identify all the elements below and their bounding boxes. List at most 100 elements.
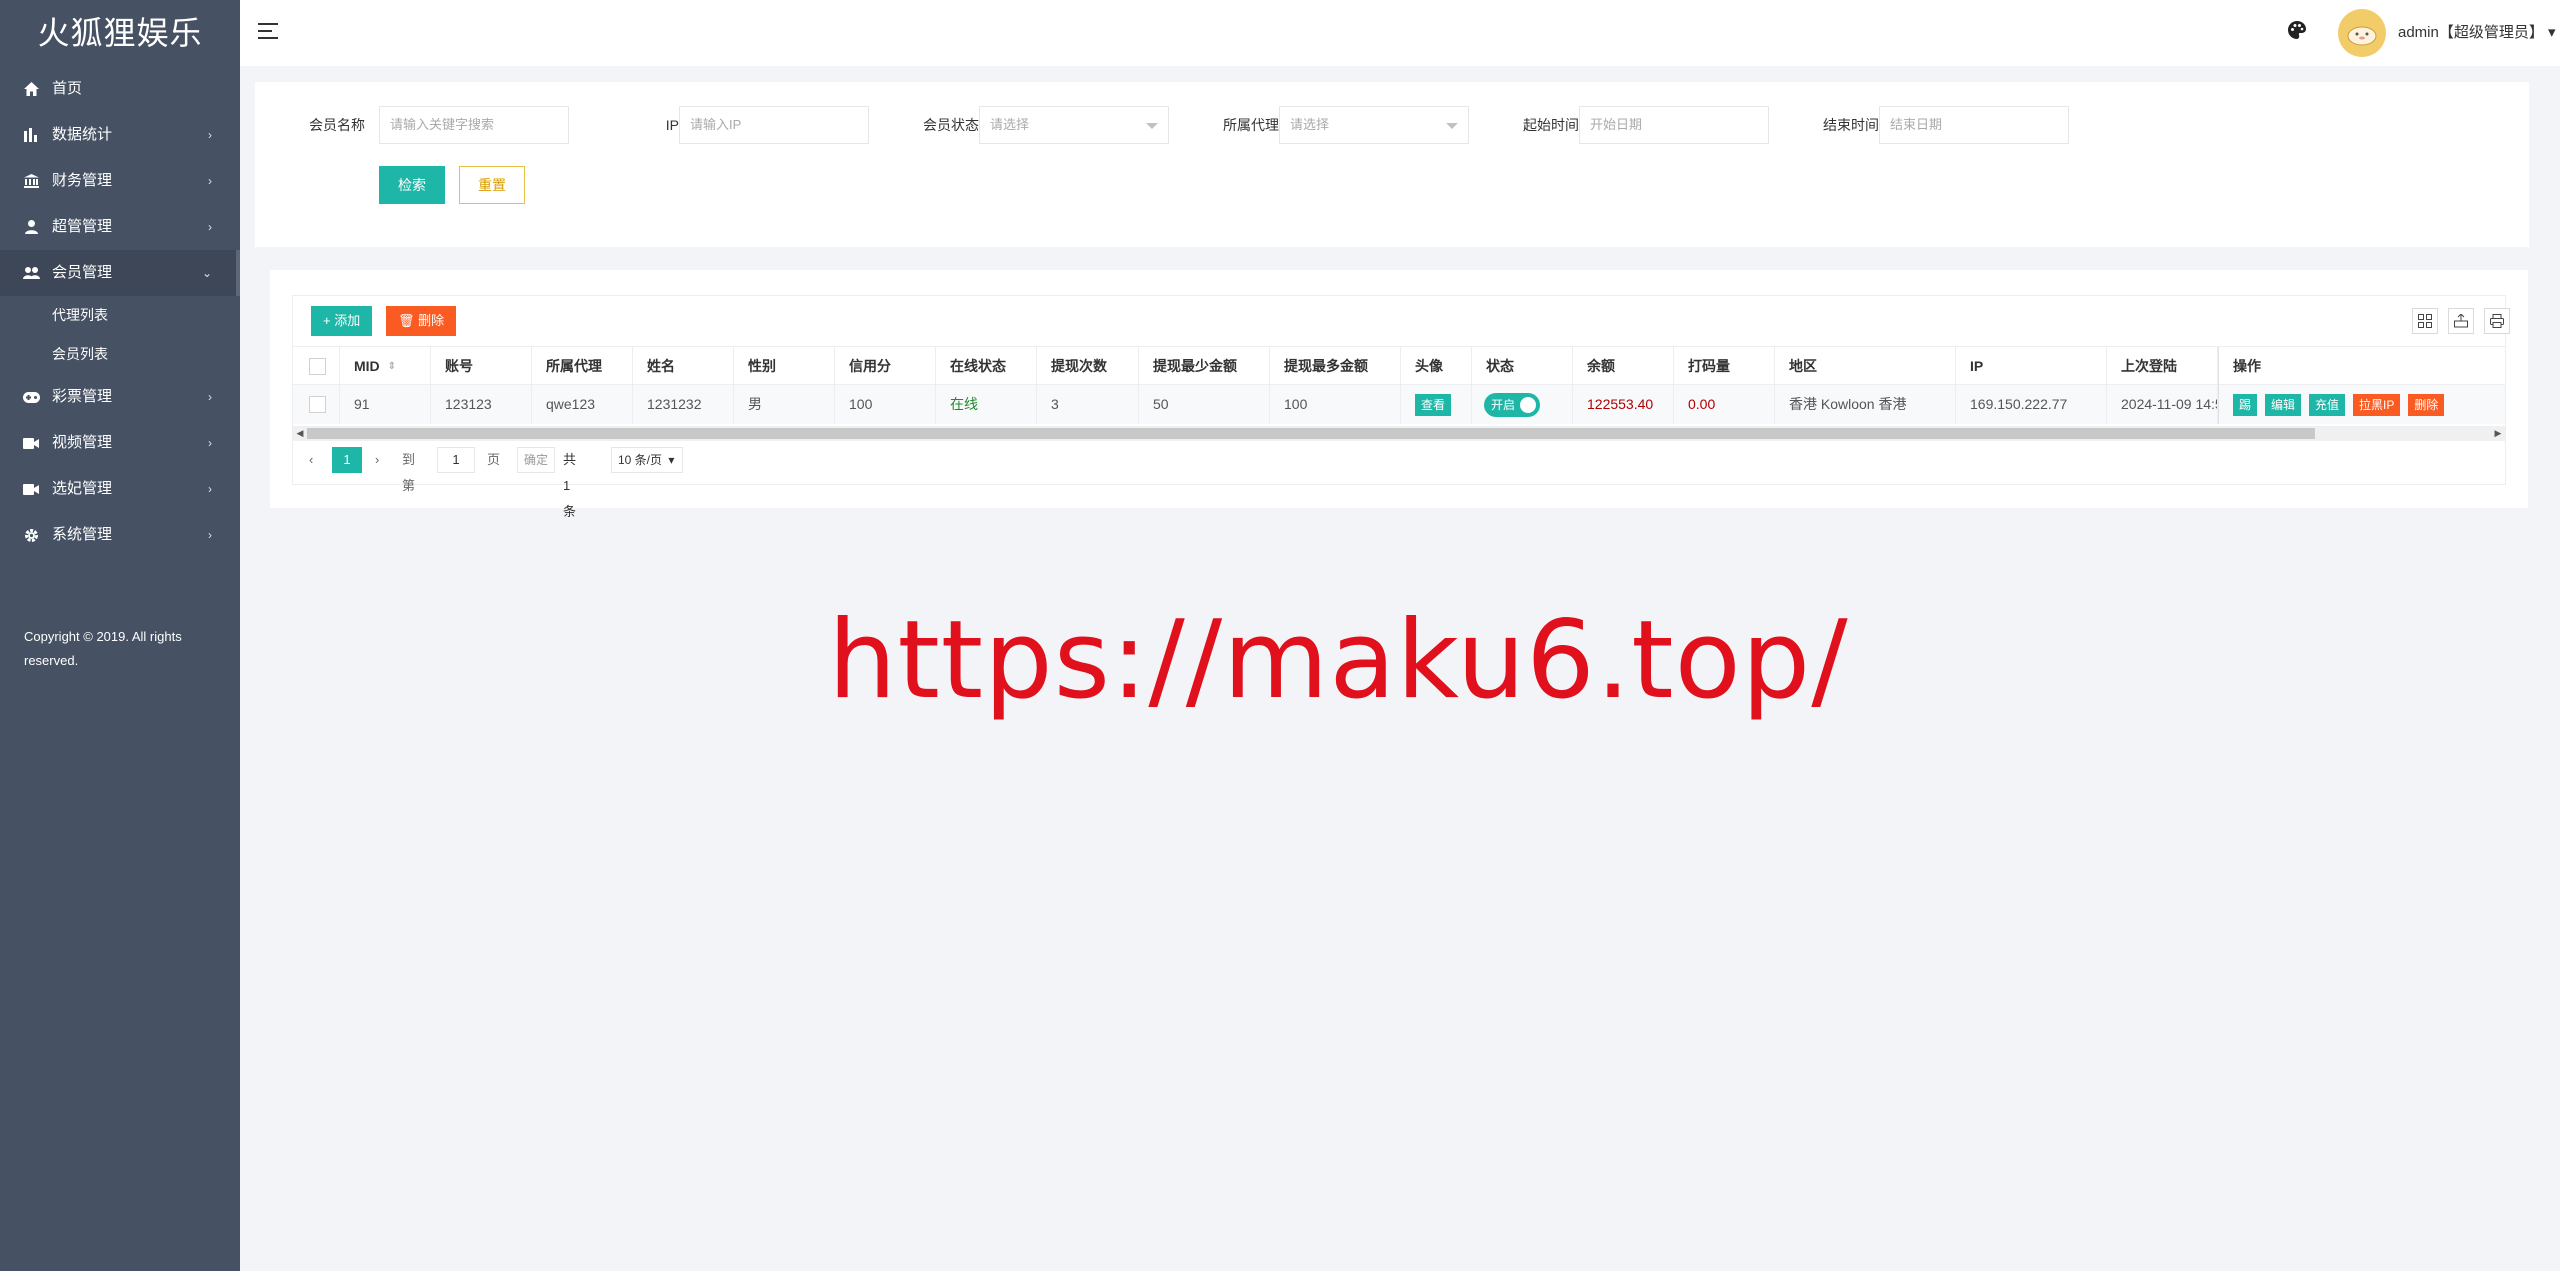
cell-online-status: 在线 [936, 385, 1037, 424]
block-ip-button[interactable]: 拉黑IP [2353, 394, 2401, 417]
header-checkbox-cell [293, 347, 340, 386]
add-button[interactable]: + 添加 [311, 306, 373, 336]
menu-toggle-icon[interactable] [258, 23, 278, 43]
edit-button[interactable]: 编辑 [2265, 394, 2302, 417]
column-header-withdraw-count: 提现次数 [1037, 347, 1139, 386]
agent-select[interactable]: 请选择 [1279, 106, 1469, 144]
sidebar-item-members[interactable]: 会员管理 ⌄ [0, 250, 240, 296]
cell-withdraw-max: 100 [1270, 385, 1401, 424]
column-header-ip: IP [1956, 347, 2107, 386]
column-header-mid[interactable]: MID ⇕ [340, 347, 431, 386]
cell-withdraw-min: 50 [1139, 385, 1270, 424]
user-menu[interactable]: admin【超级管理员】 ▾ [2398, 0, 2556, 66]
sidebar-item-admin[interactable]: 超管管理 › [0, 204, 240, 250]
select-placeholder: 请选择 [990, 117, 1030, 132]
recharge-button[interactable]: 充值 [2309, 394, 2346, 417]
caret-down-icon: ▾ [2548, 24, 2556, 41]
app-logo: 火狐狸娱乐 [37, 14, 203, 52]
user-name-label: admin【超级管理员】 [2398, 24, 2544, 41]
kick-button[interactable]: 踢 [2233, 394, 2258, 417]
view-avatar-button[interactable]: 查看 [1415, 394, 1452, 417]
submenu-agent-list[interactable]: 代理列表 [0, 296, 240, 335]
scroll-right-icon[interactable]: ▶ [2491, 426, 2505, 441]
cell-last-login: 2024-11-09 14:5 [2107, 385, 2218, 424]
select-all-checkbox[interactable] [309, 358, 326, 375]
sidebar-item-label: 首页 [52, 80, 83, 97]
member-name-label: 会员名称 [309, 117, 365, 133]
search-button[interactable]: 检索 [379, 166, 445, 204]
cell-bet-amount: 0.00 [1674, 385, 1775, 424]
scrollbar-thumb[interactable] [307, 428, 2315, 439]
caret-down-icon: ▾ [668, 453, 675, 467]
cell-balance: 122553.40 [1573, 385, 1674, 424]
column-header-actions: 操作 [2218, 347, 2505, 386]
export-icon[interactable] [2448, 308, 2474, 334]
chevron-right-icon: › [208, 528, 212, 542]
avatar[interactable] [2338, 9, 2386, 57]
page-number-current[interactable]: 1 [332, 447, 362, 473]
column-header-account: 账号 [431, 347, 532, 386]
end-date-input[interactable]: 结束日期 [1879, 106, 2069, 144]
next-page-icon[interactable]: › [375, 447, 379, 473]
column-header-status: 状态 [1472, 347, 1573, 386]
goto-page-input[interactable]: 1 [437, 447, 475, 473]
member-status-label: 会员状态 [923, 117, 979, 133]
video-icon [22, 420, 40, 466]
status-toggle[interactable]: 开启 [1484, 393, 1540, 418]
column-header-name: 姓名 [633, 347, 734, 386]
columns-filter-icon[interactable] [2412, 308, 2438, 334]
sidebar-item-statistics[interactable]: 数据统计 › [0, 112, 240, 158]
column-header-region: 地区 [1775, 347, 1956, 386]
ip-input[interactable]: 请输入IP [679, 106, 869, 144]
reset-button[interactable]: 重置 [459, 166, 525, 204]
palette-icon[interactable] [2288, 21, 2310, 43]
goto-confirm-button[interactable]: 确定 [517, 447, 555, 473]
column-header-gender: 性别 [734, 347, 835, 386]
sidebar-item-lottery[interactable]: 彩票管理 › [0, 374, 240, 420]
home-icon [22, 66, 40, 112]
cell-actions: 踢编辑 充值 拉黑IP 删除 [2218, 385, 2505, 424]
sidebar-item-home[interactable]: 首页 [0, 66, 240, 112]
submenu-member-list[interactable]: 会员列表 [0, 335, 240, 374]
delete-row-button[interactable]: 删除 [2408, 394, 2445, 417]
member-status-select[interactable]: 请选择 [979, 106, 1169, 144]
chevron-right-icon: › [208, 436, 212, 450]
horizontal-scrollbar[interactable]: ◀ ▶ [293, 426, 2505, 441]
prev-page-icon[interactable]: ‹ [309, 447, 313, 473]
cell-avatar: 查看 [1401, 385, 1472, 424]
sort-icon[interactable]: ⇕ [388, 362, 396, 372]
chevron-down-icon: ⌄ [201, 266, 212, 280]
sidebar-item-label: 视频管理 [52, 434, 113, 451]
top-header: admin【超级管理员】 ▾ [240, 0, 2560, 66]
cell-credit: 100 [835, 385, 936, 424]
cell-name: 1231232 [633, 385, 734, 424]
column-header-agent: 所属代理 [532, 347, 633, 386]
sidebar-item-label: 系统管理 [52, 526, 113, 543]
row-checkbox-cell [293, 385, 340, 424]
sidebar-item-label: 彩票管理 [52, 388, 113, 405]
copyright-text: Copyright © 2019. All rights reserved. [24, 629, 182, 668]
delete-button[interactable]: 🗑 删除 [386, 306, 457, 336]
status-toggle-label: 开启 [1491, 398, 1516, 413]
chevron-right-icon: › [208, 220, 212, 234]
sidebar-item-video[interactable]: 视频管理 › [0, 420, 240, 466]
column-header-last-login: 上次登陆 [2107, 347, 2218, 386]
sidebar: 火狐狸娱乐 首页 数据统计 › 财务管理 › 超管管理 › 会员管理 ⌄ 代理列… [0, 0, 240, 1271]
row-checkbox[interactable] [309, 396, 326, 413]
scroll-left-icon[interactable]: ◀ [293, 426, 307, 441]
column-header-withdraw-min: 提现最少金额 [1139, 347, 1270, 386]
search-form: 会员名称 请输入关键字搜索 IP 请输入IP 会员状态 请选择 所属代理 请选择… [255, 82, 2529, 247]
chevron-right-icon: › [208, 482, 212, 496]
start-date-input[interactable]: 开始日期 [1579, 106, 1769, 144]
sidebar-item-finance[interactable]: 财务管理 › [0, 158, 240, 204]
table-panel: + 添加 🗑 删除 MID ⇕ 账号 所属代理 姓名 性别 信用分 在线状态 提现… [292, 295, 2510, 519]
member-name-input[interactable]: 请输入关键字搜索 [379, 106, 569, 144]
cell-account: 123123 [431, 385, 532, 424]
sidebar-item-selection[interactable]: 选妃管理 › [0, 466, 240, 512]
page-size-select[interactable]: 10 条/页 ▾ [611, 447, 683, 473]
print-icon[interactable] [2484, 308, 2510, 334]
chevron-right-icon: › [208, 390, 212, 404]
cell-region: 香港 Kowloon 香港 [1775, 385, 1956, 424]
sidebar-item-system[interactable]: 系统管理 › [0, 512, 240, 558]
table-header-row: MID ⇕ 账号 所属代理 姓名 性别 信用分 在线状态 提现次数 提现最少金额 … [293, 346, 2505, 386]
